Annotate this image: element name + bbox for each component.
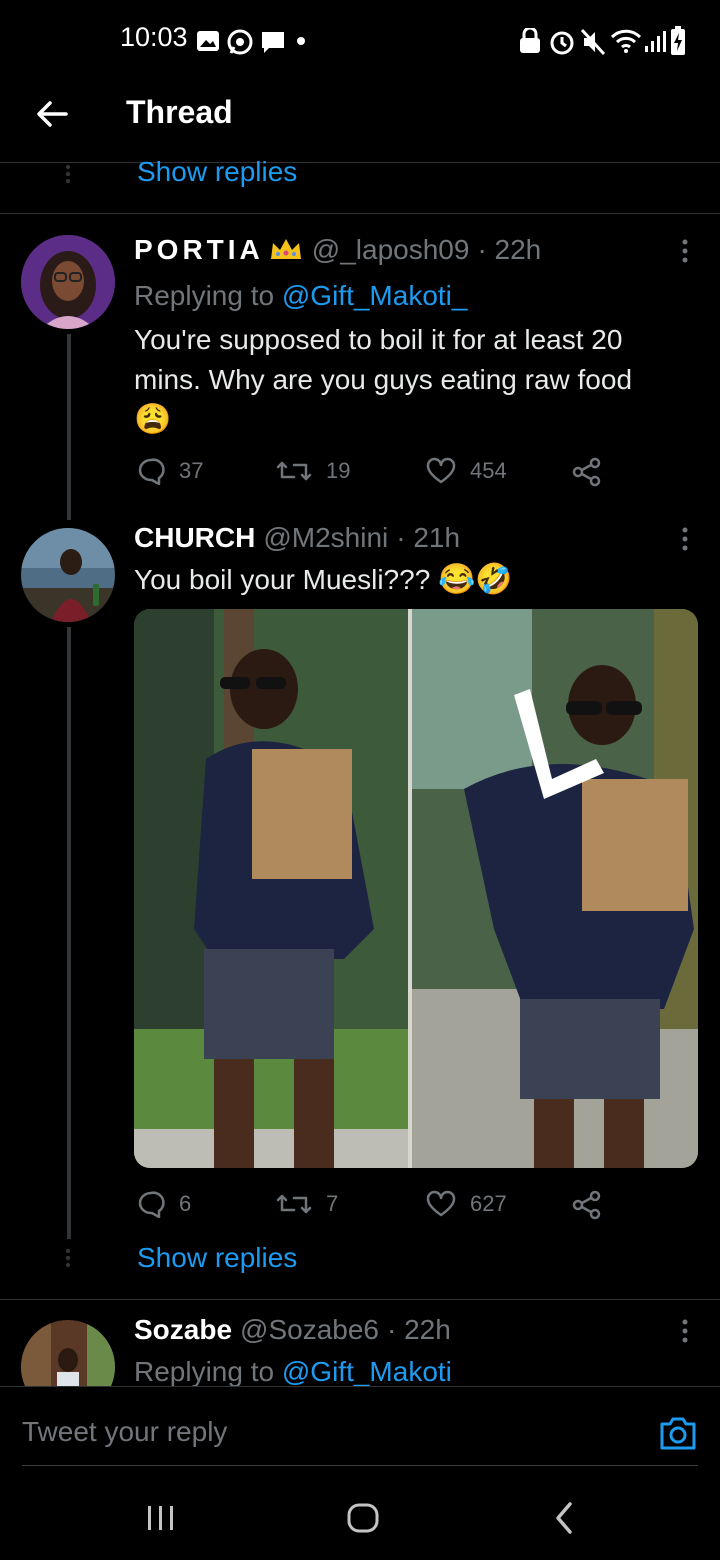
reply-count: 6	[179, 1191, 192, 1216]
signal-icon	[645, 31, 666, 52]
dot-icon	[297, 37, 305, 45]
retweet-icon	[276, 1194, 312, 1214]
handle[interactable]: @_laposh09	[312, 234, 470, 266]
home-icon[interactable]	[346, 1502, 380, 1534]
like-count: 627	[470, 1191, 507, 1216]
tweet-header: CHURCH @M2shini · 21h	[134, 522, 460, 554]
retweet-button[interactable]: 19	[276, 456, 350, 486]
thread-dots-icon	[66, 165, 70, 183]
reply-button[interactable]: 37	[137, 456, 203, 486]
like-button[interactable]: 454	[426, 456, 507, 486]
avatar-portrait-icon	[21, 235, 115, 329]
emoji: 😂🤣	[438, 563, 513, 596]
retweet-count: 7	[326, 1191, 339, 1216]
tweet-text-content: You're supposed to boil it for at least …	[134, 324, 633, 395]
recent-apps-icon[interactable]	[146, 1504, 176, 1532]
like-count: 454	[470, 458, 507, 483]
thread-line	[67, 627, 71, 1239]
tweet-text: You're supposed to boil it for at least …	[134, 320, 694, 440]
avatar[interactable]	[21, 528, 115, 622]
comment-icon	[138, 1191, 165, 1218]
replying-to: Replying to @Gift_Makoti	[134, 1356, 452, 1386]
reply-button[interactable]: 6	[137, 1189, 191, 1219]
avatar-portrait-icon	[21, 528, 115, 622]
status-time: 10:03	[120, 22, 188, 52]
comment-icon	[138, 458, 165, 485]
wifi-icon	[610, 29, 642, 53]
whatsapp-icon	[227, 29, 253, 55]
handle[interactable]: @Sozabe6	[240, 1314, 379, 1346]
display-name[interactable]: PORTIA	[134, 234, 264, 266]
tweet-text-content: You boil your Muesli???	[134, 564, 431, 595]
thread-line	[67, 334, 71, 520]
replying-prefix: Replying to	[134, 1356, 282, 1386]
lock-icon	[520, 28, 540, 53]
retweet-button[interactable]: 7	[276, 1189, 338, 1219]
reply-count: 37	[179, 458, 204, 483]
avatar[interactable]	[21, 1320, 115, 1386]
reply-input[interactable]: Tweet your reply	[22, 1416, 227, 1448]
tweet-header: Sozabe @Sozabe6 · 22h	[134, 1314, 451, 1346]
system-nav-bar	[0, 1468, 720, 1560]
emoji: 😩	[134, 403, 172, 436]
timestamp: · 21h	[396, 522, 461, 553]
tweet-text: You boil your Muesli??? 😂🤣	[134, 560, 513, 600]
mention-link[interactable]: @Gift_Makoti_	[282, 280, 468, 311]
tweet-partial: Sozabe @Sozabe6 · 22h Replying to @Gift_…	[0, 1300, 720, 1386]
avatar[interactable]	[21, 235, 115, 329]
retweet-count: 19	[326, 458, 351, 483]
back-arrow-icon[interactable]	[32, 94, 72, 134]
tweet-media-image[interactable]	[134, 609, 698, 1168]
handle[interactable]: @M2shini	[263, 522, 388, 554]
section-divider	[0, 213, 720, 214]
replying-prefix: Replying to	[134, 280, 282, 311]
header-divider	[0, 162, 720, 163]
mute-icon	[580, 28, 606, 56]
heart-icon	[426, 457, 456, 484]
camera-icon[interactable]	[658, 1414, 698, 1452]
message-icon	[262, 32, 284, 53]
battery-icon	[671, 26, 685, 55]
back-nav-icon[interactable]	[552, 1500, 576, 1536]
timestamp: · 22h	[387, 1314, 451, 1345]
more-icon[interactable]	[680, 1318, 690, 1348]
meme-photo	[134, 609, 698, 1168]
timestamp: · 22h	[477, 234, 542, 265]
status-bar: 10:03	[0, 0, 720, 80]
display-name[interactable]: CHURCH	[134, 522, 255, 554]
alarm-icon	[550, 31, 574, 55]
tweet-header: PORTIA @_laposh09 · 22h	[134, 234, 541, 266]
retweet-icon	[276, 461, 312, 481]
show-replies-link[interactable]: Show replies	[137, 156, 297, 188]
mention-link[interactable]: @Gift_Makoti	[282, 1356, 452, 1386]
crown-icon	[270, 239, 301, 259]
composer-underline	[22, 1465, 698, 1466]
show-replies-link[interactable]: Show replies	[137, 1242, 297, 1274]
share-icon[interactable]	[572, 1190, 602, 1220]
avatar-portrait-icon	[21, 1320, 115, 1386]
thread-dots-icon	[66, 1249, 70, 1267]
page-title: Thread	[126, 94, 233, 130]
more-icon[interactable]	[680, 238, 690, 268]
more-icon[interactable]	[680, 526, 690, 556]
heart-icon	[426, 1190, 456, 1217]
display-name[interactable]: Sozabe	[134, 1314, 232, 1346]
like-button[interactable]: 627	[426, 1189, 507, 1219]
gallery-icon	[197, 31, 219, 51]
share-icon[interactable]	[572, 457, 602, 487]
replying-to: Replying to @Gift_Makoti_	[134, 280, 467, 312]
